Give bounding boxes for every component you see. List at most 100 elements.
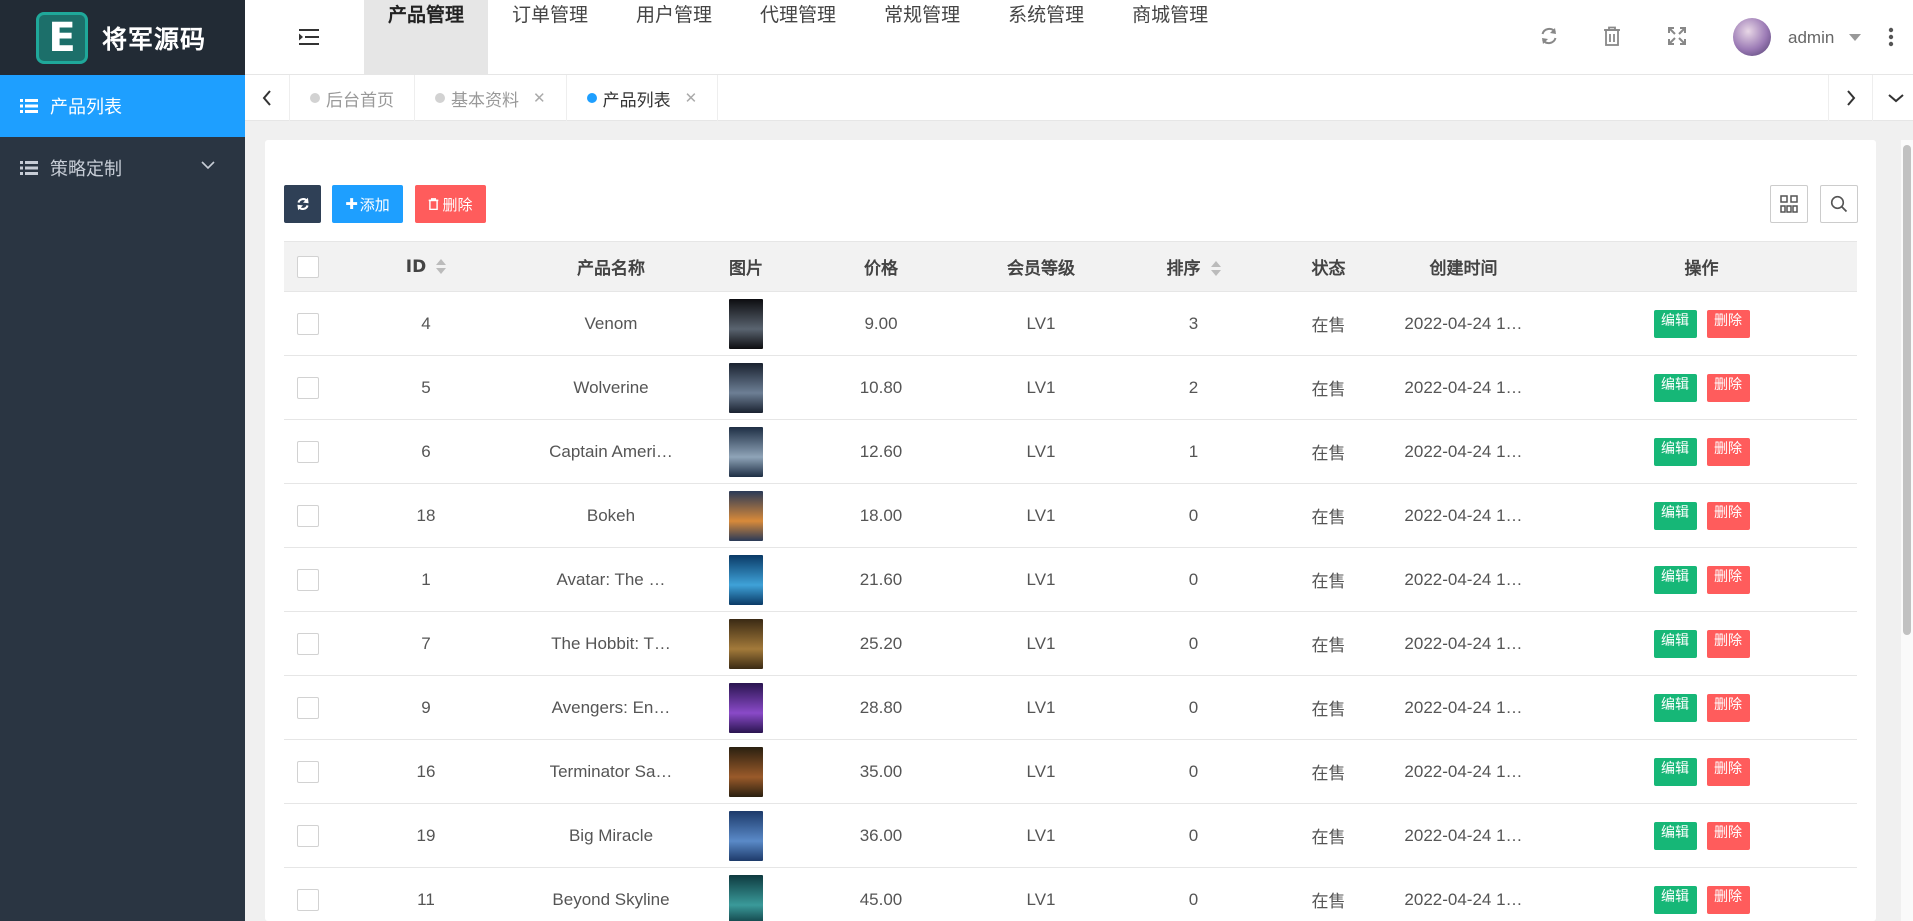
- product-image[interactable]: [729, 490, 763, 541]
- edit-button[interactable]: 编辑: [1653, 309, 1697, 338]
- product-image[interactable]: [729, 618, 763, 669]
- add-button[interactable]: ✚ 添加: [332, 185, 403, 223]
- caret-down-icon[interactable]: [1849, 34, 1861, 41]
- row-delete-button[interactable]: 删除: [1706, 629, 1750, 658]
- nav-system-management[interactable]: 系统管理: [984, 0, 1108, 75]
- grid-icon: [1780, 195, 1798, 213]
- row-checkbox[interactable]: [296, 568, 319, 591]
- close-icon[interactable]: ✕: [685, 89, 698, 107]
- search-toggle-button[interactable]: [1820, 185, 1858, 223]
- tab-scroll-left[interactable]: [245, 75, 290, 121]
- cell-name: Captain Ameri…: [549, 441, 673, 461]
- row-delete-button[interactable]: 删除: [1706, 309, 1750, 338]
- select-all-checkbox[interactable]: [296, 255, 319, 278]
- nav-user-management[interactable]: 用户管理: [612, 0, 736, 75]
- product-image[interactable]: [729, 810, 763, 861]
- cell-price: 45.00: [859, 889, 903, 909]
- row-checkbox[interactable]: [296, 504, 319, 527]
- edit-button[interactable]: 编辑: [1653, 885, 1697, 914]
- sort-icon[interactable]: [436, 258, 447, 275]
- row-checkbox[interactable]: [296, 760, 319, 783]
- nav-order-management[interactable]: 订单管理: [488, 0, 612, 75]
- row-checkbox[interactable]: [296, 376, 319, 399]
- more-icon[interactable]: [1888, 27, 1894, 47]
- nav-product-management[interactable]: 产品管理: [364, 0, 489, 75]
- row-checkbox[interactable]: [296, 696, 319, 719]
- list-icon: [20, 161, 38, 175]
- tab-dot: [586, 93, 597, 103]
- tab-home[interactable]: 后台首页: [290, 75, 415, 121]
- nav-mall-management[interactable]: 商城管理: [1108, 0, 1232, 75]
- sidebar-item-product-list[interactable]: 产品列表: [0, 75, 245, 137]
- product-image[interactable]: [729, 362, 763, 413]
- product-image[interactable]: [729, 298, 763, 349]
- row-delete-button[interactable]: 删除: [1706, 437, 1750, 466]
- row-delete-button[interactable]: 删除: [1706, 693, 1750, 722]
- fullscreen-icon[interactable]: [1667, 26, 1687, 46]
- refresh-button[interactable]: [284, 185, 321, 223]
- chevron-down-icon: [201, 161, 215, 170]
- page-scrollbar-thumb[interactable]: [1903, 145, 1911, 635]
- table-row: 18 Bokeh 18.00 LV1 0 在售 2022-04-24 1… 编辑 删除: [284, 484, 1857, 548]
- tab-scroll-right[interactable]: [1828, 75, 1873, 121]
- cell-price: 12.60: [859, 441, 903, 461]
- row-checkbox[interactable]: [296, 632, 319, 655]
- trash-icon[interactable]: [1603, 26, 1621, 46]
- nav-general-management[interactable]: 常规管理: [860, 0, 984, 75]
- edit-button[interactable]: 编辑: [1653, 501, 1697, 530]
- edit-button[interactable]: 编辑: [1653, 437, 1697, 466]
- cell-created: 2022-04-24 1…: [1404, 889, 1523, 909]
- table-row: 7 The Hobbit: T… 25.20 LV1 0 在售 2022-04-24 1… 编…: [284, 612, 1857, 676]
- product-image[interactable]: [729, 874, 763, 921]
- cell-status: 在售: [1311, 892, 1346, 912]
- row-delete-button[interactable]: 删除: [1706, 885, 1750, 914]
- product-image[interactable]: [729, 746, 763, 797]
- row-checkbox[interactable]: [296, 312, 319, 335]
- product-image[interactable]: [729, 554, 763, 605]
- row-checkbox[interactable]: [296, 824, 319, 847]
- sort-icon[interactable]: [1210, 261, 1221, 277]
- top-header: 产品管理 订单管理 用户管理 代理管理 常规管理 系统管理 商城管理 admin: [245, 0, 1913, 75]
- user-name[interactable]: admin: [1788, 28, 1834, 48]
- row-delete-button[interactable]: 删除: [1706, 373, 1750, 402]
- column-header-image: 图片: [701, 241, 791, 292]
- edit-button[interactable]: 编辑: [1653, 565, 1697, 594]
- nav-agent-management[interactable]: 代理管理: [736, 0, 860, 75]
- tab-menu-dropdown[interactable]: [1873, 75, 1913, 121]
- cell-status: 在售: [1311, 636, 1346, 656]
- cell-level: LV1: [1026, 441, 1056, 461]
- cell-id: 9: [421, 697, 431, 717]
- row-checkbox[interactable]: [296, 440, 319, 463]
- column-header-sort[interactable]: 排序: [1111, 241, 1276, 292]
- row-delete-button[interactable]: 删除: [1706, 501, 1750, 530]
- close-icon[interactable]: ✕: [533, 89, 546, 107]
- cell-id: 6: [421, 441, 431, 461]
- column-header-id[interactable]: ID: [331, 241, 521, 292]
- edit-button[interactable]: 编辑: [1653, 373, 1697, 402]
- edit-button[interactable]: 编辑: [1653, 693, 1697, 722]
- cell-level: LV1: [1026, 569, 1056, 589]
- row-delete-button[interactable]: 删除: [1706, 565, 1750, 594]
- edit-button[interactable]: 编辑: [1653, 629, 1697, 658]
- avatar[interactable]: [1733, 18, 1771, 56]
- cell-sort: 0: [1188, 761, 1199, 781]
- columns-toggle-button[interactable]: [1770, 185, 1808, 223]
- plus-icon: ✚: [345, 195, 358, 213]
- row-checkbox[interactable]: [296, 888, 319, 911]
- tab-product-list[interactable]: 产品列表 ✕: [567, 75, 719, 121]
- cell-id: 11: [417, 889, 435, 909]
- edit-button[interactable]: 编辑: [1653, 757, 1697, 786]
- refresh-icon[interactable]: [1539, 26, 1559, 46]
- cell-status: 在售: [1311, 764, 1346, 784]
- delete-button[interactable]: 删除: [415, 185, 486, 223]
- row-delete-button[interactable]: 删除: [1706, 757, 1750, 786]
- sidebar-item-strategy[interactable]: 策略定制: [0, 137, 245, 199]
- product-image[interactable]: [729, 682, 763, 733]
- tab-basic-info[interactable]: 基本资料 ✕: [415, 75, 567, 121]
- menu-toggle-icon[interactable]: [299, 28, 319, 46]
- brand-name: 将军源码: [102, 24, 207, 54]
- row-delete-button[interactable]: 删除: [1706, 821, 1750, 850]
- cell-price: 10.80: [859, 377, 903, 397]
- product-image[interactable]: [729, 426, 763, 477]
- edit-button[interactable]: 编辑: [1653, 821, 1697, 850]
